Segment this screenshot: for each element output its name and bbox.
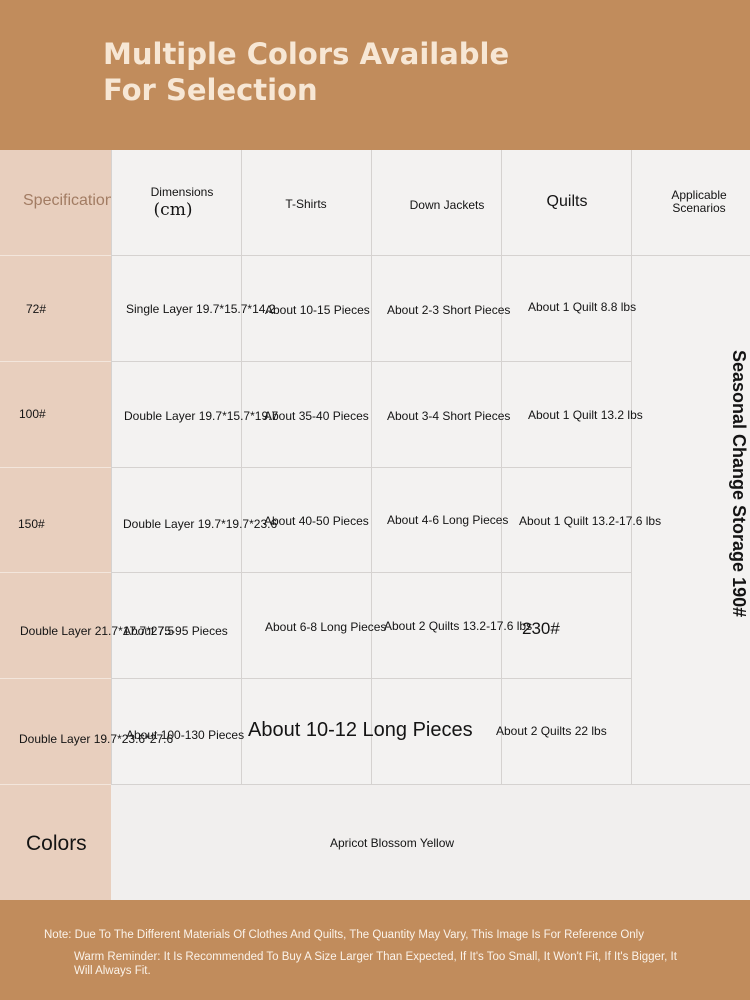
dimensions-cell: About 75-95 Pieces bbox=[123, 624, 228, 638]
dimensions-cell: About 100-130 Pieces bbox=[126, 728, 245, 742]
tshirts-cell: About 35-40 Pieces bbox=[264, 409, 369, 423]
down-jackets-cell: About 2 Quilts 22 lbs bbox=[496, 724, 607, 738]
header-quilts: Quilts bbox=[546, 193, 588, 210]
grid-line bbox=[111, 361, 631, 362]
header-banner: Multiple Colors Available For Selection bbox=[0, 0, 750, 150]
down-jackets-cell: About 2 Quilts 13.2-17.6 lbs bbox=[384, 619, 533, 633]
colors-value: Apricot Blossom Yellow bbox=[330, 836, 455, 850]
down-jackets-cell: About 3-4 Short Pieces bbox=[387, 409, 511, 423]
grid-line bbox=[0, 572, 111, 573]
colors-label: Colors bbox=[26, 832, 87, 855]
quilts-cell: About 1 Quilt 13.2 lbs bbox=[528, 408, 643, 422]
spec-cell: 72# bbox=[26, 302, 47, 316]
down-jackets-cell: About 2-3 Short Pieces bbox=[387, 303, 511, 317]
header-tshirts: T-Shirts bbox=[285, 197, 327, 211]
spec-cell: 150# bbox=[18, 517, 45, 531]
footer-banner: Note: Due To The Different Materials Of … bbox=[0, 900, 750, 1000]
quilts-cell: 230# bbox=[522, 619, 560, 638]
spec-cell: 100# bbox=[19, 407, 46, 421]
quilts-cell: About 1 Quilt 8.8 lbs bbox=[528, 300, 637, 314]
grid-line bbox=[111, 255, 750, 256]
header-dimensions-unit: (cm) bbox=[153, 200, 193, 220]
dimensions-cell: Double Layer 19.7*19.7*23.6 bbox=[123, 517, 278, 531]
grid-line bbox=[0, 467, 111, 468]
footer-reminder: Warm Reminder: It Is Recommended To Buy … bbox=[74, 951, 677, 977]
tshirts-cell: About 10-15 Pieces bbox=[265, 303, 370, 317]
grid-line bbox=[0, 784, 111, 785]
dimensions-cell: Double Layer 19.7*15.7*19.7 bbox=[124, 409, 279, 423]
grid-line bbox=[111, 678, 631, 679]
header-down-jackets: Down Jackets bbox=[409, 198, 485, 212]
tshirts-cell: About 10-12 Long Pieces bbox=[248, 719, 473, 741]
spec-column-bg: Specifications bbox=[0, 150, 122, 900]
grid-line bbox=[631, 150, 632, 784]
down-jackets-cell: About 4-6 Long Pieces bbox=[387, 513, 509, 527]
dimensions-cell: Single Layer 19.7*15.7*14.2 bbox=[126, 302, 276, 316]
grid-line bbox=[111, 572, 631, 573]
grid-line bbox=[0, 361, 111, 362]
grid-line bbox=[0, 678, 111, 679]
tshirts-cell: About 40-50 Pieces bbox=[264, 514, 369, 528]
grid-line bbox=[0, 255, 111, 256]
tshirts-cell: About 6-8 Long Pieces bbox=[265, 620, 387, 634]
page-title: Multiple Colors Available For Selection bbox=[103, 37, 510, 107]
header-scenarios: Applicable Scenarios bbox=[671, 188, 727, 215]
footer-note: Note: Due To The Different Materials Of … bbox=[44, 929, 644, 941]
grid-line bbox=[111, 467, 631, 468]
scenario-label: Seasonal Change Storage 190# bbox=[729, 350, 749, 618]
header-dimensions: Dimensions bbox=[150, 185, 214, 199]
quilts-cell: About 1 Quilt 13.2-17.6 lbs bbox=[519, 514, 662, 528]
specifications-label: Specifications bbox=[23, 192, 122, 209]
